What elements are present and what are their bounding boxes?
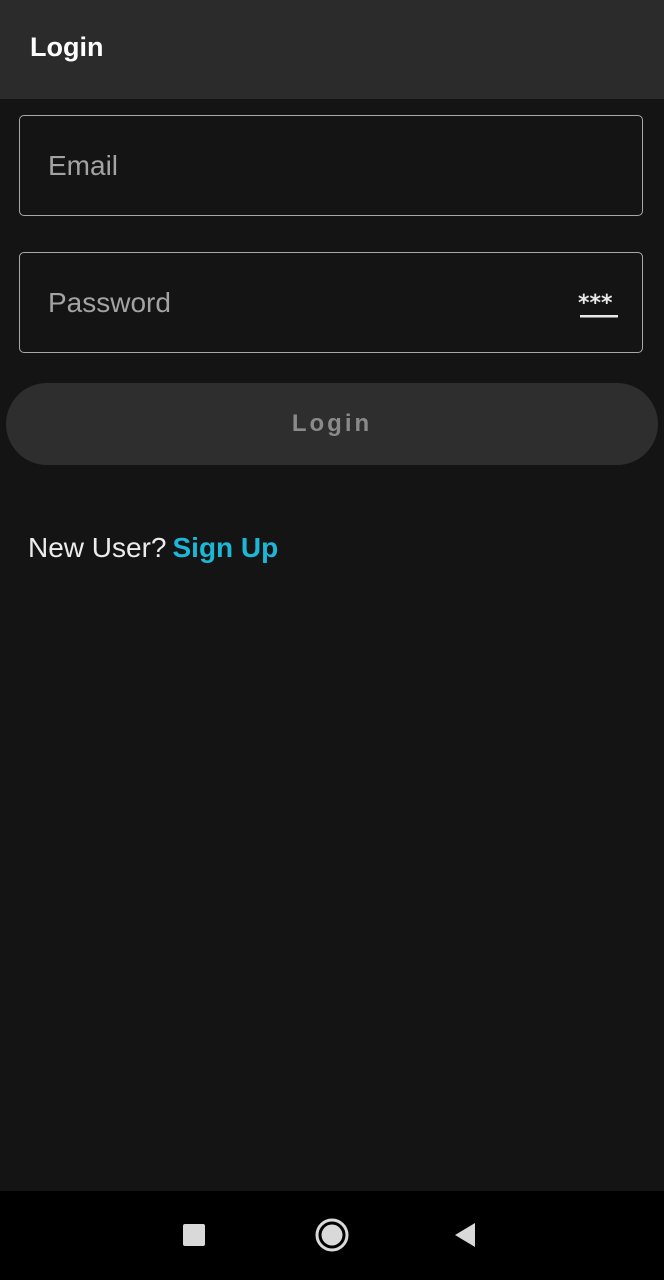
email-field[interactable]: [48, 116, 568, 215]
login-button[interactable]: Login: [6, 383, 658, 465]
back-triangle-icon[interactable]: [444, 1213, 488, 1257]
password-field[interactable]: [48, 253, 568, 352]
recents-square-icon[interactable]: [172, 1213, 216, 1257]
signup-row: New User? Sign Up: [28, 532, 278, 564]
password-visibility-icon[interactable]: ***: [578, 290, 620, 320]
signup-link[interactable]: Sign Up: [172, 532, 278, 563]
password-field-container: ***: [19, 252, 643, 353]
app-bar: Login: [0, 0, 664, 99]
signup-prompt: New User?: [28, 532, 167, 563]
system-nav-bar: [0, 1191, 664, 1280]
home-circle-icon[interactable]: [310, 1213, 354, 1257]
email-field-container: [19, 115, 643, 216]
page-title: Login: [30, 32, 104, 62]
svg-text:***: ***: [578, 291, 613, 316]
